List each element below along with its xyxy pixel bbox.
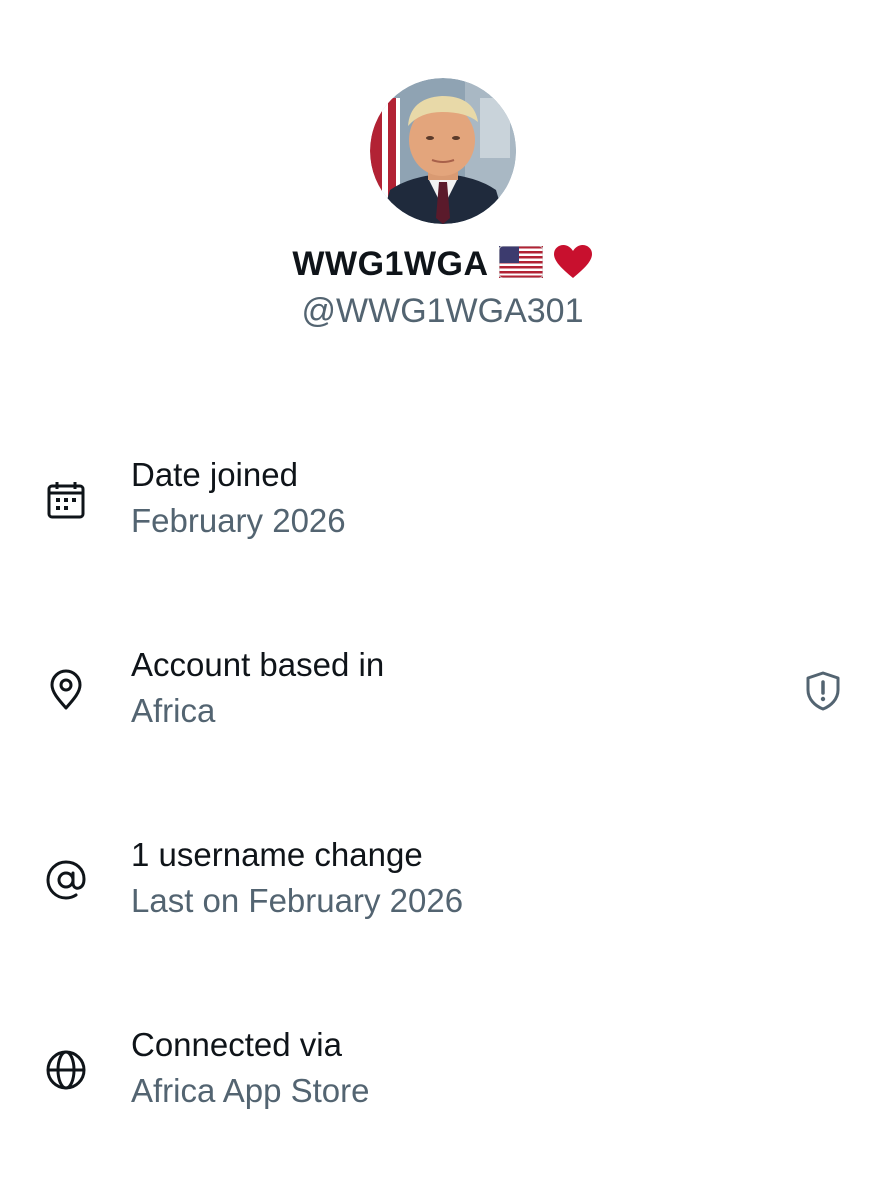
connected-via-value: Africa App Store xyxy=(131,1072,370,1109)
account-based-in-title: Account based in xyxy=(131,646,385,683)
username-change-title: 1 username change xyxy=(131,836,423,873)
account-based-in-row: Account based in Africa xyxy=(0,646,885,746)
profile-handle: @WWG1WGA301 xyxy=(301,292,584,330)
avatar[interactable] xyxy=(370,78,516,224)
date-joined-title: Date joined xyxy=(131,456,298,493)
account-based-in-value: Africa xyxy=(131,692,216,729)
date-joined-value: February 2026 xyxy=(131,502,346,539)
at-sign-icon xyxy=(44,858,88,902)
display-name-row: WWG1WGA xyxy=(0,240,885,288)
display-name: WWG1WGA xyxy=(292,244,489,283)
connected-via-row: Connected via Africa App Store xyxy=(0,1026,885,1126)
heart-icon xyxy=(553,244,593,285)
calendar-icon xyxy=(44,478,88,522)
username-change-value: Last on February 2026 xyxy=(131,882,464,919)
globe-icon xyxy=(44,1048,88,1092)
avatar-image xyxy=(370,78,516,224)
location-pin-icon xyxy=(44,668,88,712)
us-flag-icon xyxy=(498,245,544,283)
connected-via-title: Connected via xyxy=(131,1026,342,1063)
username-change-row: 1 username change Last on February 2026 xyxy=(0,836,885,936)
date-joined-row: Date joined February 2026 xyxy=(0,456,885,556)
shield-alert-icon[interactable] xyxy=(803,670,843,712)
